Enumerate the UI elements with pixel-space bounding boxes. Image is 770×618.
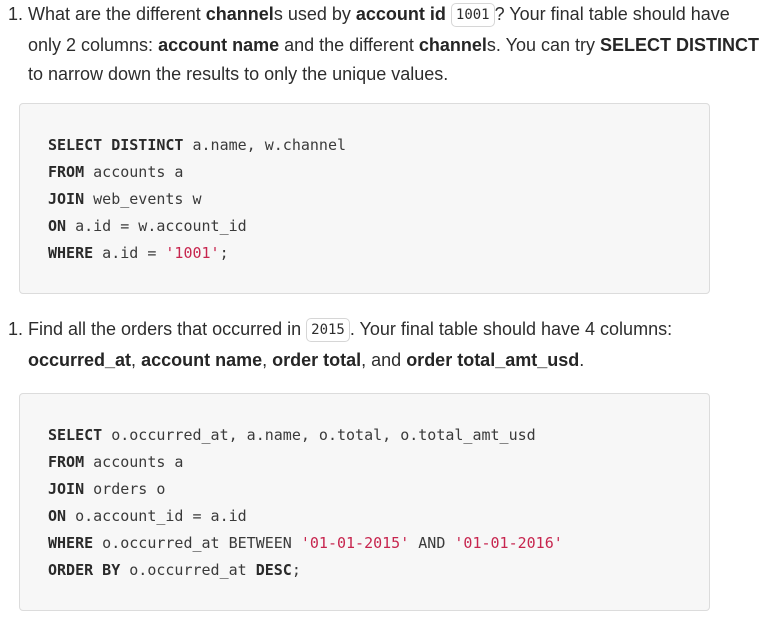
code-line: SELECT o.occurred_at, a.name, o.total, o… xyxy=(48,422,563,449)
inline-code: 1001 xyxy=(450,3,495,27)
text-run: . xyxy=(579,349,585,370)
code-line: ON o.account_id = a.id xyxy=(48,503,563,530)
sql-keyword: DESC xyxy=(255,561,292,579)
question-1-number: 1. xyxy=(8,4,24,24)
sql-text: accounts a xyxy=(84,163,184,181)
bold-text: channel xyxy=(205,4,274,24)
text-run: . Your final table should have 4 columns… xyxy=(349,319,673,339)
code-line: FROM accounts a xyxy=(48,449,563,476)
text-run: , xyxy=(262,349,273,370)
code-block-1-content: SELECT DISTINCT a.name, w.channel FROM ac… xyxy=(48,132,346,267)
bold-text: account name xyxy=(158,34,280,55)
sql-keyword: ON xyxy=(48,507,67,525)
text-run: to narrow down the results to only the u… xyxy=(28,64,449,84)
sql-string: '01-01-2015' xyxy=(300,534,410,552)
text-run: and the different xyxy=(279,34,419,55)
code-line: SELECT DISTINCT a.name, w.channel xyxy=(48,132,346,159)
code-line: ORDER BY o.occurred_at DESC; xyxy=(48,557,563,584)
sql-text: a.name, w.channel xyxy=(183,136,347,154)
code-block-1: SELECT DISTINCT a.name, w.channel FROM ac… xyxy=(19,103,710,294)
sql-keyword: ON xyxy=(48,217,67,235)
question-2-text: Find all the orders that occurred in 201… xyxy=(8,315,760,375)
sql-keyword: WHERE xyxy=(48,244,94,262)
code-line: WHERE a.id = '1001'; xyxy=(48,240,346,267)
sql-text: AND xyxy=(409,534,455,552)
sql-text: o.occurred_at xyxy=(120,561,256,579)
text-run: What are the different xyxy=(28,4,206,24)
code-line: FROM accounts a xyxy=(48,159,346,186)
code-line: JOIN web_events w xyxy=(48,186,346,213)
text-run: , and xyxy=(361,349,407,370)
sql-keyword: JOIN xyxy=(48,190,85,208)
code-line: ON a.id = w.account_id xyxy=(48,213,346,240)
question-2: 1. Find all the orders that occurred in … xyxy=(8,315,760,375)
bold-text: SELECT DISTINCT xyxy=(600,34,760,55)
sql-text: o.occurred_at BETWEEN xyxy=(93,534,301,552)
sql-text: orders o xyxy=(84,480,166,498)
code-line: WHERE o.occurred_at BETWEEN '01-01-2015'… xyxy=(48,530,563,557)
text-run: s. You can try xyxy=(486,34,600,55)
sql-keyword: WHERE xyxy=(48,534,94,552)
question-1-text: What are the different channels used by … xyxy=(8,0,760,90)
sql-keyword: FROM xyxy=(48,453,85,471)
bold-text: order total xyxy=(272,349,362,370)
sql-text: o.account_id = a.id xyxy=(66,507,247,525)
code-line: JOIN orders o xyxy=(48,476,563,503)
sql-text: ; xyxy=(219,244,229,262)
text-run: s used by xyxy=(273,4,356,24)
sql-keyword: JOIN xyxy=(48,480,85,498)
question-2-number: 1. xyxy=(8,319,24,339)
bold-text: account name xyxy=(141,349,263,370)
inline-code: 2015 xyxy=(306,318,350,342)
question-1: 1. What are the different channels used … xyxy=(8,0,760,90)
bold-text: order total_amt_usd xyxy=(406,349,580,370)
sql-keyword: SELECT DISTINCT xyxy=(48,136,184,154)
sql-text: web_events w xyxy=(84,190,202,208)
sql-keyword: ORDER BY xyxy=(48,561,121,579)
sql-string: '1001' xyxy=(165,244,220,262)
text-run: , xyxy=(131,349,142,370)
code-block-2: SELECT o.occurred_at, a.name, o.total, o… xyxy=(19,393,710,611)
sql-text: ; xyxy=(291,561,301,579)
sql-text: a.id = w.account_id xyxy=(66,217,247,235)
sql-keyword: FROM xyxy=(48,163,85,181)
code-block-2-content: SELECT o.occurred_at, a.name, o.total, o… xyxy=(48,422,563,584)
bold-text: account id xyxy=(355,4,446,24)
sql-keyword: SELECT xyxy=(48,426,103,444)
sql-text: a.id = xyxy=(93,244,166,262)
sql-text: o.occurred_at, a.name, o.total, o.total_… xyxy=(102,426,536,444)
sql-string: '01-01-2016' xyxy=(454,534,563,552)
bold-text: occurred_at xyxy=(28,349,132,370)
sql-text: accounts a xyxy=(84,453,184,471)
bold-text: channel xyxy=(418,34,487,55)
text-run: Find all the orders that occurred in xyxy=(28,319,307,339)
